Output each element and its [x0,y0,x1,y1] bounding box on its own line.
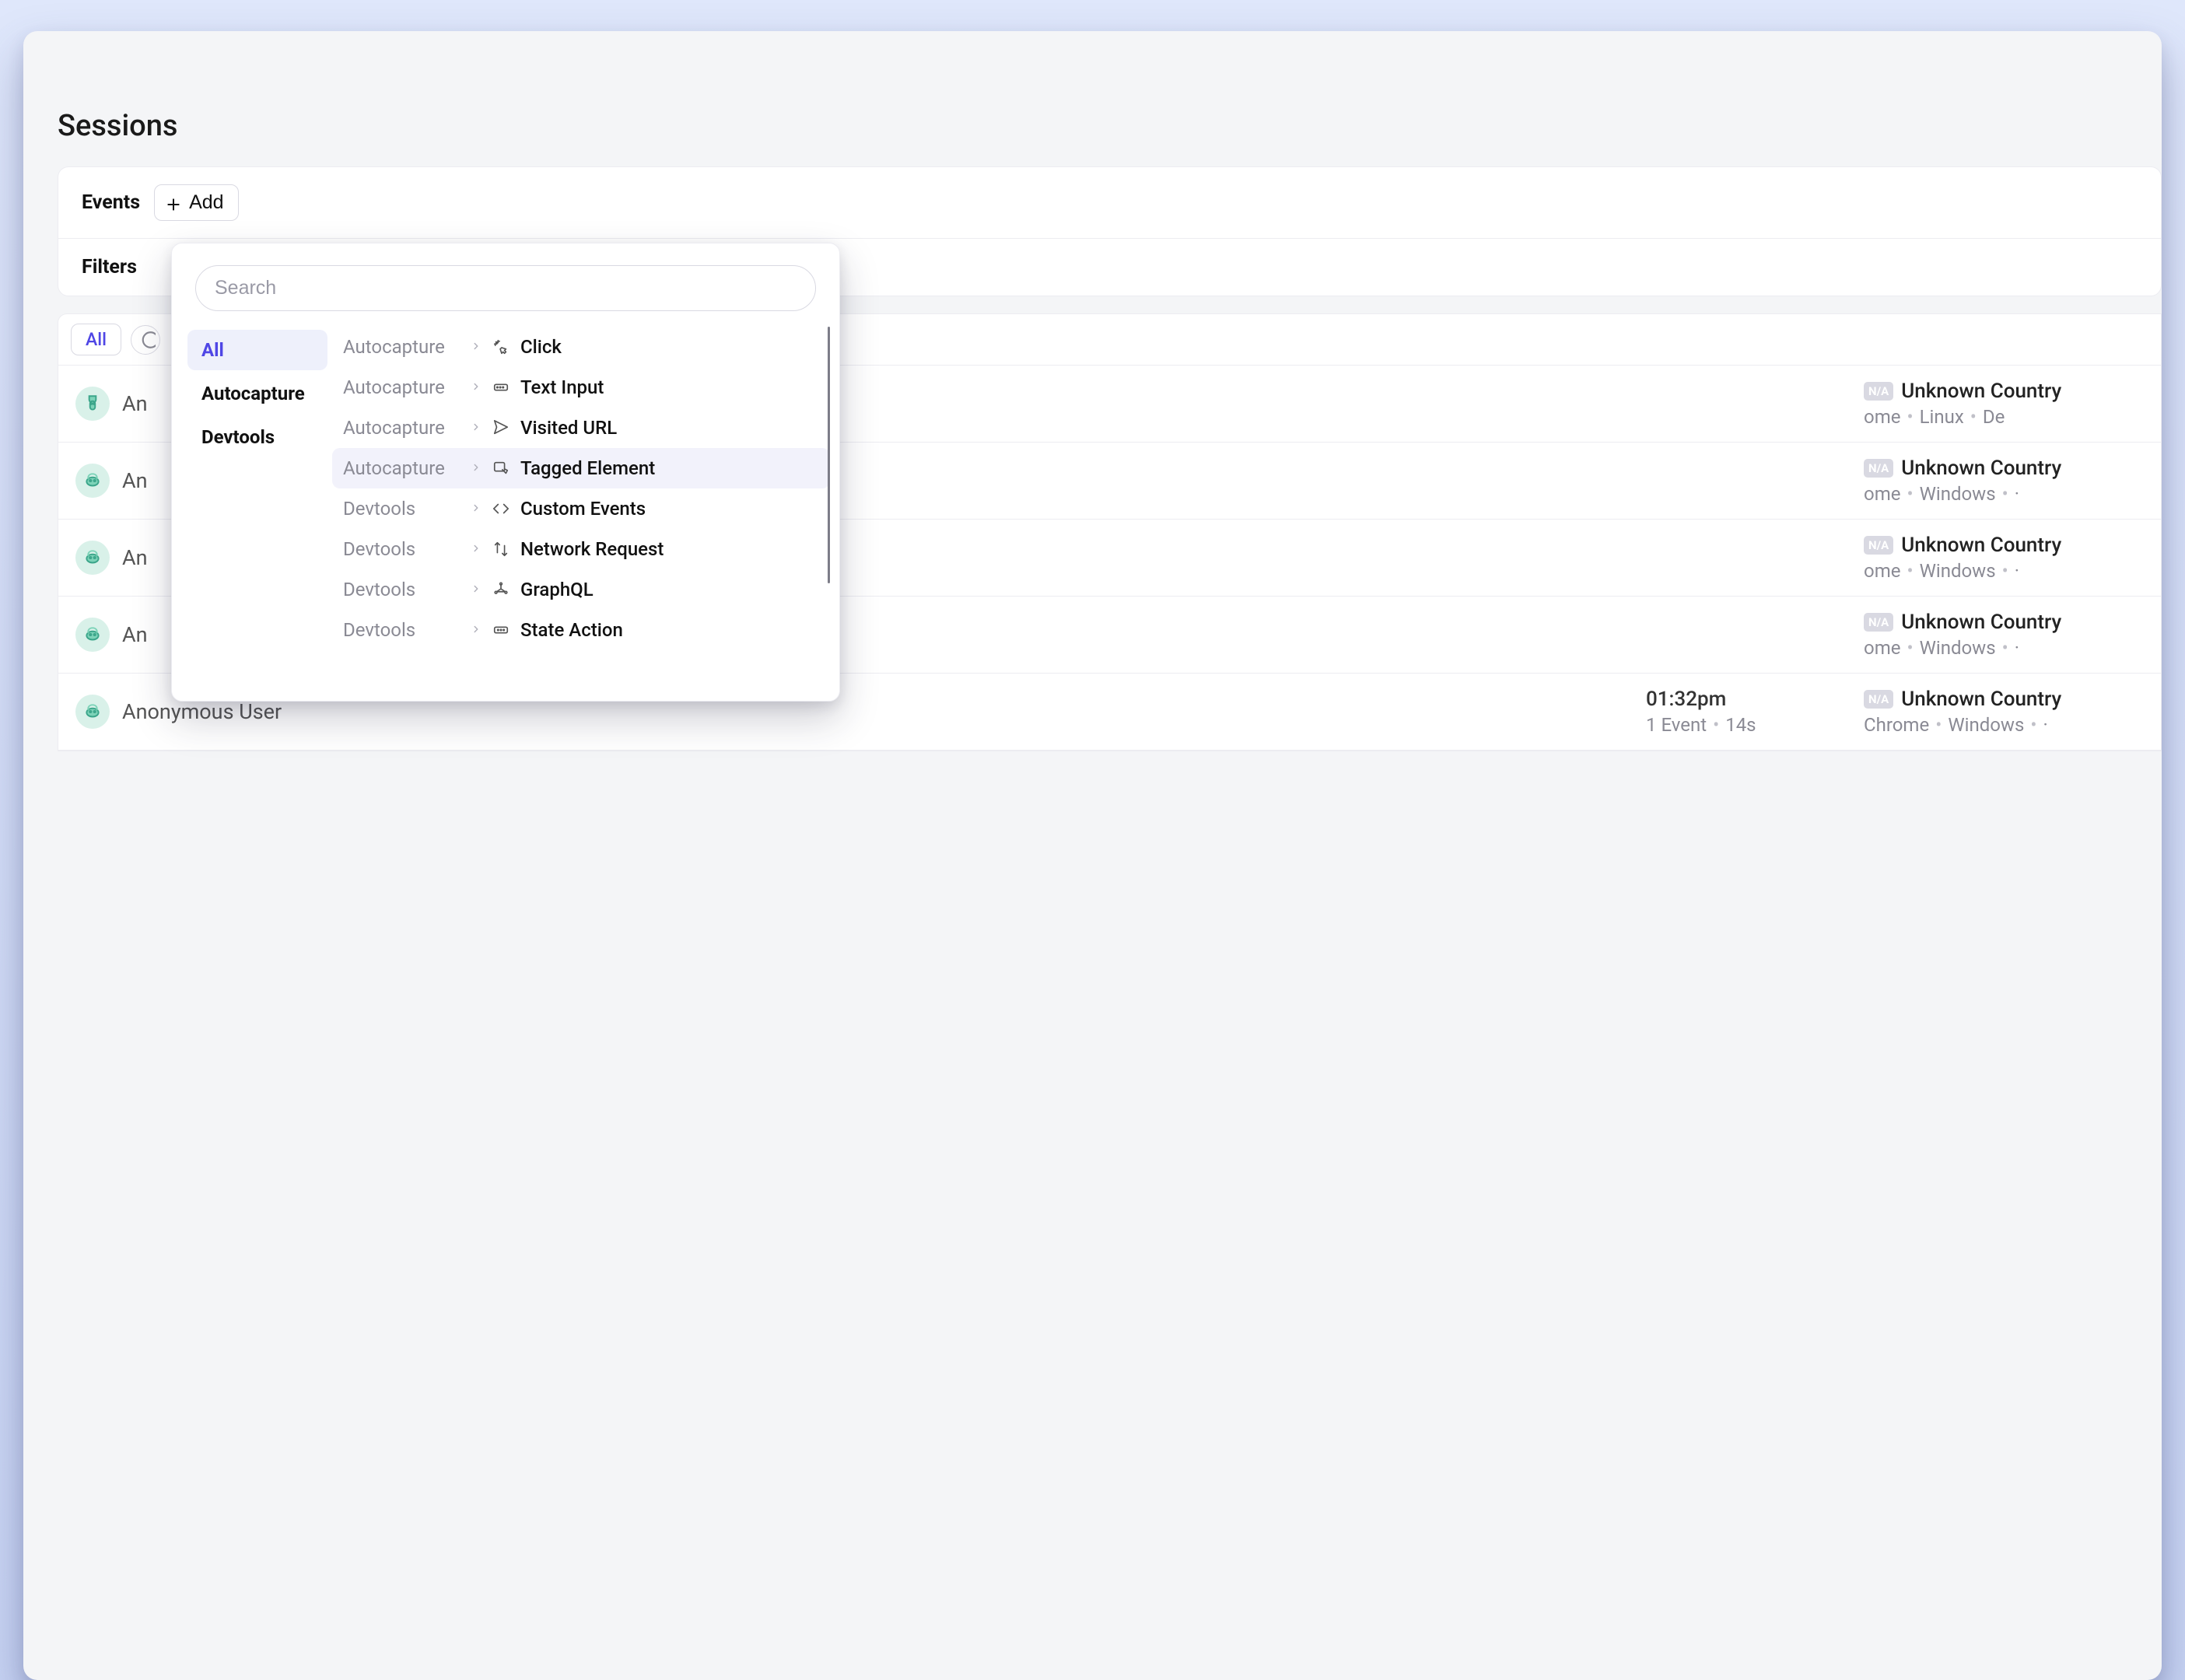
event-category-autocapture[interactable]: Autocapture [187,373,327,414]
filter-tab-partial[interactable] [131,325,160,355]
session-env-meta: ome•Windows•· [1864,637,2144,659]
event-type-category: Autocapture [343,457,460,479]
session-location-cell: N/AUnknown Country Chrome•Windows•· [1864,688,2144,736]
event-type-label: Tagged Element [520,457,655,479]
event-picker-popover: AllAutocaptureDevtools AutocaptureClickA… [171,243,840,702]
scrollbar-thumb[interactable] [828,327,830,583]
session-location-cell: N/AUnknown Country ome•Windows•· [1864,457,2144,505]
chevron-right-icon [471,542,481,557]
session-env-meta: Chrome•Windows•· [1864,714,2144,736]
add-event-button[interactable]: Add [154,184,238,221]
session-time-cell: 01:32pm 1 Event•14s [1646,688,1848,736]
state-action-icon [492,621,509,639]
code-icon [492,500,509,517]
session-country: N/AUnknown Country [1864,534,2144,557]
avatar [75,464,110,498]
event-type-label: Network Request [520,538,664,560]
chevron-right-icon [471,421,481,436]
session-location-cell: N/AUnknown Country ome•Windows•· [1864,611,2144,659]
event-type-label: State Action [520,619,623,641]
session-user-name: An [122,622,148,647]
session-env-meta: ome•Windows•· [1864,483,2144,505]
event-type-visited-url[interactable]: Autocapture Visited URL [332,408,830,448]
click-icon [492,338,509,355]
event-type-label: Custom Events [520,498,646,520]
page-title: Sessions [23,109,2162,166]
event-type-custom-events[interactable]: Devtools Custom Events [332,488,830,529]
visited-url-icon [492,419,509,436]
avatar [75,387,110,421]
tagged-element-icon [492,460,509,477]
session-country: N/AUnknown Country [1864,611,2144,634]
session-location-cell: N/AUnknown Country ome•Linux•De [1864,380,2144,428]
event-type-tagged-element[interactable]: Autocapture Tagged Element [332,448,830,488]
session-location-cell: N/AUnknown Country ome•Windows•· [1864,534,2144,582]
chevron-right-icon [471,461,481,476]
chevron-right-icon [471,502,481,516]
na-badge: N/A [1864,613,1893,632]
session-time-meta: 1 Event•14s [1646,714,1848,736]
na-badge: N/A [1864,536,1893,555]
events-label: Events [82,191,140,214]
event-category-all[interactable]: All [187,330,327,370]
session-env-meta: ome•Linux•De [1864,406,2144,428]
na-badge: N/A [1864,690,1893,709]
session-time: 01:32pm [1646,688,1848,711]
event-type-label: Visited URL [520,417,617,439]
event-type-label: Text Input [520,376,604,398]
event-search-input[interactable] [195,265,816,311]
chevron-right-icon [471,380,481,395]
event-type-category: Devtools [343,498,460,520]
filters-label: Filters [82,256,137,278]
session-country: N/AUnknown Country [1864,380,2144,403]
add-button-label: Add [189,191,223,214]
event-type-graphql[interactable]: Devtools GraphQL [332,569,830,610]
event-type-category: Autocapture [343,336,460,358]
avatar [75,695,110,729]
avatar [75,541,110,575]
events-row: Events Add [58,167,2161,238]
event-type-click[interactable]: Autocapture Click [332,327,830,367]
app-window: Sessions Events Add Filters All [23,31,2162,1680]
event-type-network-request[interactable]: Devtools Network Request [332,529,830,569]
filter-tab-all[interactable]: All [71,324,121,355]
na-badge: N/A [1864,459,1893,478]
event-type-category: Devtools [343,619,460,641]
text-input-icon [492,379,509,396]
event-type-category: Autocapture [343,417,460,439]
event-type-category: Autocapture [343,376,460,398]
session-country: N/AUnknown Country [1864,457,2144,480]
session-user-name: An [122,391,148,416]
session-env-meta: ome•Windows•· [1864,560,2144,582]
network-icon [492,541,509,558]
event-type-list: AutocaptureClickAutocaptureText InputAut… [332,327,835,693]
event-type-state-action[interactable]: Devtools State Action [332,610,830,650]
event-category-devtools[interactable]: Devtools [187,417,327,457]
na-badge: N/A [1864,382,1893,401]
chevron-right-icon [471,623,481,638]
event-category-list: AllAutocaptureDevtools [187,327,327,693]
session-country: N/AUnknown Country [1864,688,2144,711]
graphql-icon [492,581,509,598]
event-type-category: Devtools [343,579,460,600]
avatar [75,618,110,652]
event-type-label: GraphQL [520,579,594,600]
event-type-label: Click [520,336,562,358]
event-type-text-input[interactable]: Autocapture Text Input [332,367,830,408]
chevron-right-icon [471,583,481,597]
plus-icon [166,195,181,211]
session-user-name: An [122,468,148,493]
session-user-name: An [122,545,148,570]
event-type-category: Devtools [343,538,460,560]
chevron-right-icon [471,340,481,355]
session-user-name: Anonymous User [122,699,282,724]
